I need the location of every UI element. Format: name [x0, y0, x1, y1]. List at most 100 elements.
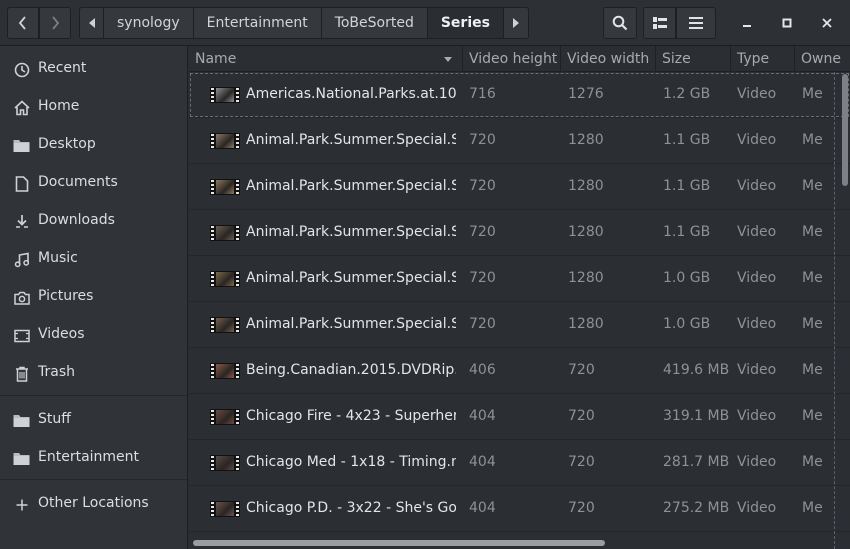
file-type: Video [737, 178, 777, 194]
video-width: 720 [568, 408, 595, 424]
file-owner: Me [802, 270, 823, 286]
close-button[interactable] [811, 7, 843, 39]
video-height: 720 [469, 178, 496, 194]
table-row[interactable]: Chicago Fire - 4x23 - Superher... 404 720 3… [189, 394, 850, 440]
file-name: Animal.Park.Summer.Special.S... [246, 132, 456, 148]
column-owner[interactable]: Owne [795, 46, 850, 72]
minimize-button[interactable] [731, 7, 763, 39]
vertical-scrollbar[interactable] [842, 74, 848, 186]
file-name: Chicago P.D. - 3x22 - She's Go... [246, 500, 456, 516]
video-height: 720 [469, 316, 496, 332]
video-width: 1280 [568, 270, 604, 286]
video-thumbnail-icon [210, 133, 240, 149]
download-icon [13, 213, 30, 230]
sidebar-item-trash[interactable]: Trash [0, 356, 187, 390]
folder-icon [13, 450, 30, 467]
file-size: 1.0 GB [663, 316, 711, 332]
table-row[interactable]: Animal.Park.Summer.Special.S... 720 1280 1.… [189, 118, 850, 164]
sidebar-item-home[interactable]: Home [0, 90, 187, 124]
sidebar-item-label: Recent [38, 60, 87, 76]
sidebar-item-label: Stuff [38, 411, 71, 427]
column-video-height[interactable]: Video height [463, 46, 561, 72]
search-button[interactable] [603, 7, 637, 39]
file-size: 275.2 MB [663, 500, 730, 516]
video-height: 404 [469, 408, 496, 424]
grid-view-icon [652, 17, 667, 29]
plus-icon [13, 496, 30, 513]
sidebar-item-label: Music [38, 250, 78, 266]
file-name: Animal.Park.Summer.Special.S... [246, 316, 456, 332]
column-video-width[interactable]: Video width [561, 46, 656, 72]
file-size: 419.6 MB [663, 362, 730, 378]
video-icon [13, 327, 30, 344]
back-button[interactable] [7, 7, 39, 39]
music-icon [13, 251, 30, 268]
video-width: 1280 [568, 132, 604, 148]
file-owner: Me [802, 454, 823, 470]
column-size[interactable]: Size [656, 46, 731, 72]
search-icon [612, 15, 628, 31]
close-icon [822, 18, 832, 28]
table-row[interactable]: Americas.National.Parks.at.100... 716 1276… [189, 72, 850, 118]
view-toggle-button[interactable] [643, 7, 676, 39]
sidebar-item-label: Other Locations [38, 495, 149, 511]
file-owner: Me [802, 132, 823, 148]
table-row[interactable]: Animal.Park.Summer.Special.S... 720 1280 1.… [189, 256, 850, 302]
sidebar-item-desktop[interactable]: Desktop [0, 128, 187, 162]
chevron-right-icon [52, 16, 60, 30]
sidebar-item-videos[interactable]: Videos [0, 318, 187, 352]
camera-icon [13, 289, 30, 306]
path-segment-entertainment[interactable]: Entertainment [193, 8, 322, 38]
table-row[interactable]: Being.Canadian.2015.DVDRip.4... 406 720 419… [189, 348, 850, 394]
video-thumbnail-icon [210, 271, 240, 287]
file-type: Video [737, 362, 777, 378]
path-segment-series[interactable]: Series [427, 8, 504, 38]
video-width: 720 [568, 362, 595, 378]
table-row[interactable]: Chicago Med - 1x18 - Timing.m... 404 720 28… [189, 440, 850, 486]
sidebar-item-downloads[interactable]: Downloads [0, 204, 187, 238]
folder-icon [13, 412, 30, 429]
sidebar-item-entertainment[interactable]: Entertainment [0, 441, 187, 475]
maximize-icon [782, 18, 792, 28]
table-row[interactable]: Animal.Park.Summer.Special.S... 720 1280 1.… [189, 164, 850, 210]
video-width: 720 [568, 500, 595, 516]
maximize-button[interactable] [771, 7, 803, 39]
path-bar: synology Entertainment ToBeSorted Series [79, 7, 529, 39]
path-segment-synology[interactable]: synology [104, 8, 194, 38]
file-size: 319.1 MB [663, 408, 730, 424]
sidebar-item-recent[interactable]: Recent [0, 52, 187, 86]
sidebar-item-pictures[interactable]: Pictures [0, 280, 187, 314]
sidebar-item-label: Pictures [38, 288, 94, 304]
file-owner: Me [802, 408, 823, 424]
chevron-left-icon [18, 16, 26, 30]
table-row[interactable]: Chicago P.D. - 3x22 - She's Go... 404 720 2… [189, 486, 850, 532]
table-row[interactable]: Animal.Park.Summer.Special.S... 720 1280 1.… [189, 302, 850, 348]
sidebar-item-other-locations[interactable]: Other Locations [0, 487, 187, 521]
table-row[interactable]: Animal.Park.Summer.Special.S... 720 1280 1.… [189, 210, 850, 256]
file-name: Animal.Park.Summer.Special.S... [246, 270, 456, 286]
video-width: 1280 [568, 316, 604, 332]
sidebar-divider [0, 479, 187, 480]
column-name[interactable]: Name [189, 46, 463, 72]
file-size: 281.7 MB [663, 454, 730, 470]
sidebar: Recent Home Desktop Documents Downloads … [0, 46, 188, 549]
path-scroll-left-button[interactable] [80, 8, 104, 38]
triangle-right-icon [512, 18, 519, 28]
column-type[interactable]: Type [731, 46, 795, 72]
horizontal-scrollbar[interactable] [193, 540, 605, 546]
video-thumbnail-icon [210, 87, 240, 103]
menu-button[interactable] [676, 7, 716, 39]
path-segment-tobesorted[interactable]: ToBeSorted [321, 8, 428, 38]
video-width: 1280 [568, 178, 604, 194]
sidebar-item-label: Trash [38, 364, 75, 380]
file-size: 1.1 GB [663, 178, 711, 194]
sidebar-item-music[interactable]: Music [0, 242, 187, 276]
sidebar-item-documents[interactable]: Documents [0, 166, 187, 200]
sidebar-item-stuff[interactable]: Stuff [0, 403, 187, 437]
path-scroll-right-button[interactable] [503, 8, 528, 38]
drop-indicator [834, 72, 835, 549]
sidebar-item-label: Videos [38, 326, 85, 342]
file-type: Video [737, 224, 777, 240]
forward-button[interactable] [39, 7, 71, 39]
sidebar-divider [0, 395, 187, 396]
